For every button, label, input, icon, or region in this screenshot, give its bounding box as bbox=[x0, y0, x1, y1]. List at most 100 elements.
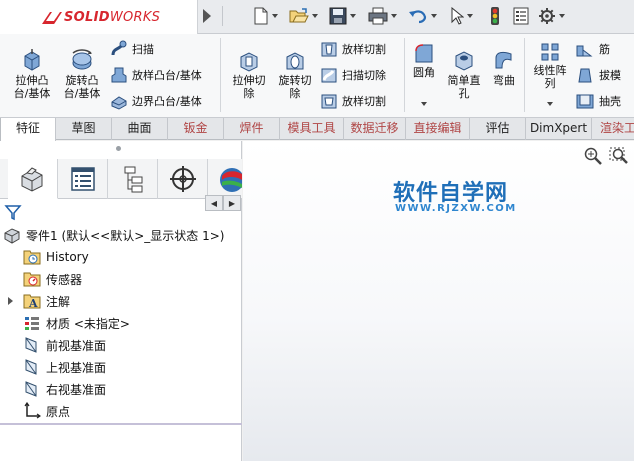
tree-item-label: 前视基准面 bbox=[46, 338, 107, 353]
tree-item-top-plane[interactable]: 上视基准面 bbox=[23, 357, 106, 377]
save-button[interactable] bbox=[329, 5, 356, 27]
bend-icon bbox=[495, 51, 512, 69]
rebuild-traffic-light-icon bbox=[491, 7, 499, 25]
new-button[interactable] bbox=[253, 5, 278, 27]
toolbar-separator bbox=[222, 6, 223, 26]
extrude-cut-button[interactable]: 拉伸切 除 bbox=[226, 48, 272, 100]
undo-button[interactable] bbox=[408, 5, 437, 27]
boundary-boss-label: 边界凸台/基体 bbox=[132, 95, 202, 108]
boundary-cut-button[interactable]: 放样切割 bbox=[320, 92, 386, 110]
tab-weldments[interactable]: 焊件 bbox=[224, 118, 280, 140]
sensor-icon bbox=[23, 272, 41, 287]
tab-data-migration[interactable]: 数据迁移 bbox=[344, 118, 406, 140]
boundary-boss-icon bbox=[111, 96, 127, 110]
linear-pattern-button[interactable]: 线性阵 列 bbox=[528, 42, 572, 90]
tree-filter-button[interactable] bbox=[4, 203, 22, 224]
propertymanager-list-icon bbox=[70, 167, 95, 191]
tab-sheet-metal[interactable]: 钣金 bbox=[168, 118, 224, 140]
tab-display-manager[interactable] bbox=[208, 159, 242, 199]
tab-configurationmanager[interactable] bbox=[108, 159, 158, 199]
panel-grip-handle[interactable] bbox=[116, 146, 121, 151]
loft-boss-label: 放样凸台/基体 bbox=[132, 69, 202, 82]
sweep-button[interactable]: 扫描 bbox=[110, 40, 154, 58]
extrude-boss-label: 拉伸凸 台/基体 bbox=[13, 74, 51, 100]
draft-button[interactable]: 拔模 bbox=[575, 66, 621, 84]
feature-manager-panel: ◀ ▶ 零件1 (默认<<默认>_显示状态 1>) History 传感器 A … bbox=[0, 141, 242, 461]
file-properties-button[interactable] bbox=[513, 5, 529, 27]
sweep-cut-button[interactable]: 扫描切除 bbox=[320, 66, 386, 84]
panel-rollback-bar[interactable] bbox=[0, 423, 242, 425]
dimxpert-crosshair-icon bbox=[169, 166, 196, 192]
ribbon-separator bbox=[524, 38, 525, 112]
tree-item-right-plane[interactable]: 右视基准面 bbox=[23, 379, 106, 399]
tree-item-sensors[interactable]: 传感器 bbox=[23, 269, 82, 289]
expand-menu-arrow-icon[interactable] bbox=[203, 9, 211, 23]
annotation-icon: A bbox=[23, 294, 41, 310]
revolve-boss-label: 旋转凸 台/基体 bbox=[63, 74, 101, 100]
command-manager-ribbon: 拉伸凸 台/基体 旋转凸 台/基体 扫描 放样凸台/基体 边界凸台/基体 拉伸切… bbox=[0, 34, 634, 118]
save-icon bbox=[329, 7, 347, 25]
open-button[interactable] bbox=[289, 5, 318, 27]
options-button[interactable] bbox=[538, 5, 565, 27]
zoom-area-button[interactable] bbox=[608, 146, 630, 169]
tab-sketch[interactable]: 草图 bbox=[56, 118, 112, 140]
simple-hole-icon bbox=[455, 51, 473, 71]
print-button[interactable] bbox=[368, 5, 397, 27]
manager-tab-scroll: ◀ ▶ bbox=[205, 195, 241, 211]
tab-featuremanager[interactable] bbox=[8, 159, 58, 199]
plane-icon bbox=[25, 359, 37, 375]
tab-render-tools[interactable]: 渲染工 bbox=[592, 118, 634, 140]
linear-pattern-icon bbox=[541, 43, 559, 61]
command-tabs: 特征 草图 曲面 钣金 焊件 模具工具 数据迁移 直接编辑 评估 DimXper… bbox=[0, 118, 634, 141]
zoom-to-fit-button[interactable] bbox=[583, 146, 603, 169]
tab-propertymanager[interactable] bbox=[58, 159, 108, 199]
tab-direct-editing[interactable]: 直接编辑 bbox=[406, 118, 470, 140]
brand-name: SOLIDWORKS bbox=[64, 10, 161, 25]
shell-icon bbox=[576, 94, 594, 109]
revolve-boss-button[interactable]: 旋转凸 台/基体 bbox=[58, 48, 106, 100]
revolve-cut-label: 旋转切 除 bbox=[278, 74, 312, 100]
tab-dimxpertmanager[interactable] bbox=[158, 159, 208, 199]
scroll-right-button[interactable]: ▶ bbox=[223, 195, 241, 211]
watermark-url: WWW.RJZXW.COM bbox=[395, 203, 517, 214]
ds-logo-icon bbox=[42, 12, 62, 24]
sweep-label: 扫描 bbox=[132, 43, 154, 56]
pattern-dropdown-arrow[interactable] bbox=[547, 102, 553, 106]
tree-root-part[interactable]: 零件1 (默认<<默认>_显示状态 1>) bbox=[3, 225, 224, 245]
graphics-area[interactable]: 软件自学网 WWW.RJZXW.COM bbox=[243, 141, 634, 461]
revolve-boss-icon bbox=[72, 49, 92, 70]
fillet-dropdown-arrow[interactable] bbox=[421, 102, 427, 106]
expand-annotations-arrow[interactable] bbox=[8, 297, 13, 305]
fillet-button[interactable]: 圆角 bbox=[406, 42, 442, 79]
shell-button[interactable]: 抽壳 bbox=[575, 92, 621, 110]
loft-cut-label: 放样切割 bbox=[342, 43, 386, 56]
tree-item-origin[interactable]: 原点 bbox=[23, 401, 70, 421]
tree-item-label: History bbox=[46, 250, 89, 264]
bend-button[interactable]: 弯曲 bbox=[486, 48, 522, 87]
loft-cut-button[interactable]: 放样切割 bbox=[320, 40, 386, 58]
tab-mold-tools[interactable]: 模具工具 bbox=[280, 118, 344, 140]
tree-item-material[interactable]: 材质 <未指定> bbox=[23, 313, 130, 333]
history-icon bbox=[23, 250, 41, 265]
tab-evaluate[interactable]: 评估 bbox=[470, 118, 526, 140]
tab-features[interactable]: 特征 bbox=[0, 118, 56, 141]
tree-item-front-plane[interactable]: 前视基准面 bbox=[23, 335, 106, 355]
shell-label: 抽壳 bbox=[599, 95, 621, 108]
ribbon-separator bbox=[404, 38, 405, 112]
tree-item-annotations[interactable]: A 注解 bbox=[23, 291, 70, 311]
plane-icon bbox=[25, 381, 37, 397]
tab-surfaces[interactable]: 曲面 bbox=[112, 118, 168, 140]
revolve-cut-button[interactable]: 旋转切 除 bbox=[272, 48, 318, 100]
boundary-boss-button[interactable]: 边界凸台/基体 bbox=[110, 92, 202, 110]
rebuild-button[interactable] bbox=[489, 5, 501, 27]
select-button[interactable] bbox=[450, 5, 473, 27]
tree-item-history[interactable]: History bbox=[23, 247, 89, 267]
loft-cut-icon bbox=[321, 42, 337, 57]
tab-dimxpert[interactable]: DimXpert bbox=[526, 118, 592, 140]
rib-button[interactable]: 筋 bbox=[575, 40, 610, 58]
scroll-left-button[interactable]: ◀ bbox=[205, 195, 223, 211]
loft-boss-button[interactable]: 放样凸台/基体 bbox=[110, 66, 202, 84]
extrude-boss-button[interactable]: 拉伸凸 台/基体 bbox=[8, 48, 56, 100]
rib-icon bbox=[576, 45, 593, 57]
simple-hole-button[interactable]: 简单直 孔 bbox=[442, 48, 486, 100]
